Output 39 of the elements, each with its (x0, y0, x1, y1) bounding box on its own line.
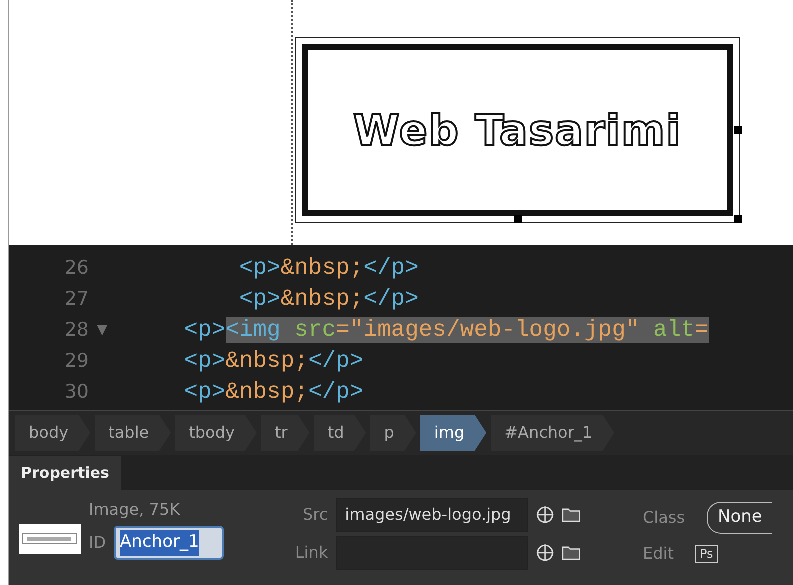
id-field[interactable]: Anchor_1 (114, 526, 224, 560)
src-label: Src (302, 504, 328, 526)
fold-arrow[interactable]: ▼ (89, 320, 129, 341)
code-text: <p>&nbsp;</p> (238, 255, 419, 282)
code-text: <p> (183, 317, 226, 344)
tag-breadcrumb[interactable]: tr (260, 414, 310, 452)
target-icon[interactable] (536, 543, 554, 563)
class-label: Class (643, 506, 686, 529)
tag-breadcrumb[interactable]: td (314, 414, 366, 452)
src-field[interactable]: images/web-logo.jpg (336, 498, 528, 532)
resize-handle[interactable] (734, 215, 742, 223)
folder-icon[interactable] (562, 507, 581, 523)
target-icon[interactable] (536, 505, 554, 525)
edit-label: Edit (643, 542, 675, 564)
resize-handle[interactable] (514, 215, 522, 223)
logo-image: Web Tasarimi (302, 44, 733, 216)
line-number: 30 (64, 380, 89, 406)
tag-breadcrumb[interactable]: p (370, 414, 416, 452)
link-label: Link (294, 542, 328, 564)
photoshop-button[interactable]: Ps (695, 544, 718, 562)
class-select[interactable]: None (707, 502, 772, 534)
tag-breadcrumb[interactable]: #Anchor_1 (490, 414, 615, 452)
line-number: 29 (64, 349, 89, 374)
image-info: Image, 75K (89, 499, 182, 521)
line-number: 28 (64, 318, 89, 344)
code-text: <p>&nbsp;</p> (183, 379, 364, 406)
selected-code: <img src="images/web-logo.jpg" alt= (226, 317, 709, 344)
resize-handle[interactable] (734, 126, 742, 134)
code-text: <p>&nbsp;</p> (183, 348, 364, 374)
line-number: 26 (64, 256, 89, 282)
tag-breadcrumb[interactable]: tbody (175, 414, 257, 452)
tag-breadcrumb[interactable]: body (15, 414, 91, 452)
properties-tab[interactable]: Properties (9, 456, 122, 490)
tag-breadcrumb[interactable]: table (94, 414, 172, 452)
tag-breadcrumb[interactable]: img (420, 414, 487, 452)
folder-icon[interactable] (562, 545, 581, 561)
code-text: <p>&nbsp;</p> (238, 286, 419, 312)
id-label: ID (89, 532, 106, 554)
line-number: 27 (64, 287, 89, 312)
